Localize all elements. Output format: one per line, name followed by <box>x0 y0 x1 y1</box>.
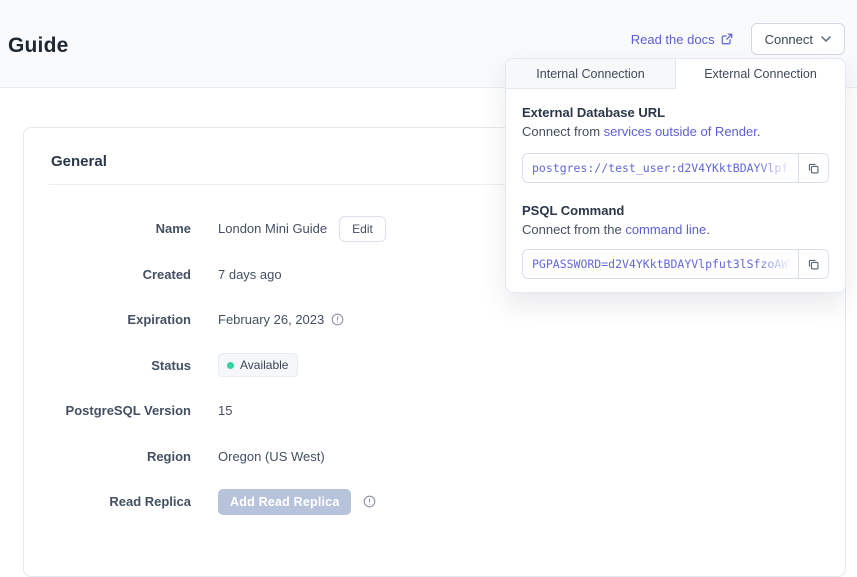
external-link-icon <box>721 33 733 45</box>
desc-text: Connect from the <box>522 222 625 237</box>
copy-psql-command-button[interactable] <box>798 250 828 278</box>
external-url-input[interactable]: postgres://test_user:d2V4YKktBDAYVlpfut3… <box>523 154 798 182</box>
table-row-expiration: Expiration February 26, 2023 <box>24 297 845 343</box>
row-label: Status <box>24 358 191 373</box>
row-value: Oregon (US West) <box>218 449 325 464</box>
command-line-link[interactable]: command line <box>625 222 706 237</box>
status-badge: Available <box>218 353 298 377</box>
connect-button-label: Connect <box>765 32 813 47</box>
edit-button[interactable]: Edit <box>339 216 386 242</box>
table-row-status: Status Available <box>24 343 845 389</box>
psql-heading: PSQL Command <box>522 203 829 218</box>
expiration-info-icon[interactable] <box>331 313 344 326</box>
header-actions: Read the docs Connect <box>631 23 845 55</box>
row-label: Created <box>24 267 191 282</box>
copy-icon <box>807 162 820 175</box>
read-docs-label: Read the docs <box>631 32 715 47</box>
row-value: February 26, 2023 <box>218 312 324 327</box>
row-label: Read Replica <box>24 494 191 509</box>
psql-description: Connect from the command line. <box>522 222 829 237</box>
services-outside-render-link[interactable]: services outside of Render <box>604 124 757 139</box>
status-badge-label: Available <box>240 358 288 372</box>
copy-icon <box>807 258 820 271</box>
copy-external-url-button[interactable] <box>798 154 828 182</box>
add-read-replica-button[interactable]: Add Read Replica <box>218 489 351 515</box>
desc-text: Connect from <box>522 124 604 139</box>
status-dot-icon <box>227 362 234 369</box>
tab-external-connection[interactable]: External Connection <box>676 59 845 89</box>
external-url-description: Connect from services outside of Render. <box>522 124 829 139</box>
table-row-region: Region Oregon (US West) <box>24 434 845 480</box>
row-label: PostgreSQL Version <box>24 403 191 418</box>
psql-command-input[interactable]: PGPASSWORD=d2V4YKktBDAYVlpfut3lSfzoAWhwb… <box>523 250 798 278</box>
tab-internal-connection[interactable]: Internal Connection <box>506 59 676 89</box>
row-value: 7 days ago <box>218 267 282 282</box>
external-url-input-group: postgres://test_user:d2V4YKktBDAYVlpfut3… <box>522 153 829 183</box>
chevron-down-icon <box>821 36 831 42</box>
read-replica-info-icon[interactable] <box>363 495 376 508</box>
row-label: Region <box>24 449 191 464</box>
connection-tabs: Internal Connection External Connection <box>506 59 845 89</box>
connect-panel-body: External Database URL Connect from servi… <box>506 89 845 279</box>
connect-button[interactable]: Connect <box>751 23 845 55</box>
row-label: Name <box>24 221 191 236</box>
desc-text: . <box>706 222 710 237</box>
table-row-postgres-version: PostgreSQL Version 15 <box>24 388 845 434</box>
desc-text: . <box>757 124 761 139</box>
row-label: Expiration <box>24 312 191 327</box>
row-value: 15 <box>218 403 232 418</box>
page-title: Guide <box>8 34 69 58</box>
table-row-read-replica: Read Replica Add Read Replica <box>24 479 845 525</box>
row-value: London Mini Guide <box>218 221 327 236</box>
external-url-heading: External Database URL <box>522 105 829 120</box>
connect-dropdown-panel: Internal Connection External Connection … <box>505 58 846 293</box>
psql-input-group: PGPASSWORD=d2V4YKktBDAYVlpfut3lSfzoAWhwb… <box>522 249 829 279</box>
read-docs-link[interactable]: Read the docs <box>631 32 733 47</box>
